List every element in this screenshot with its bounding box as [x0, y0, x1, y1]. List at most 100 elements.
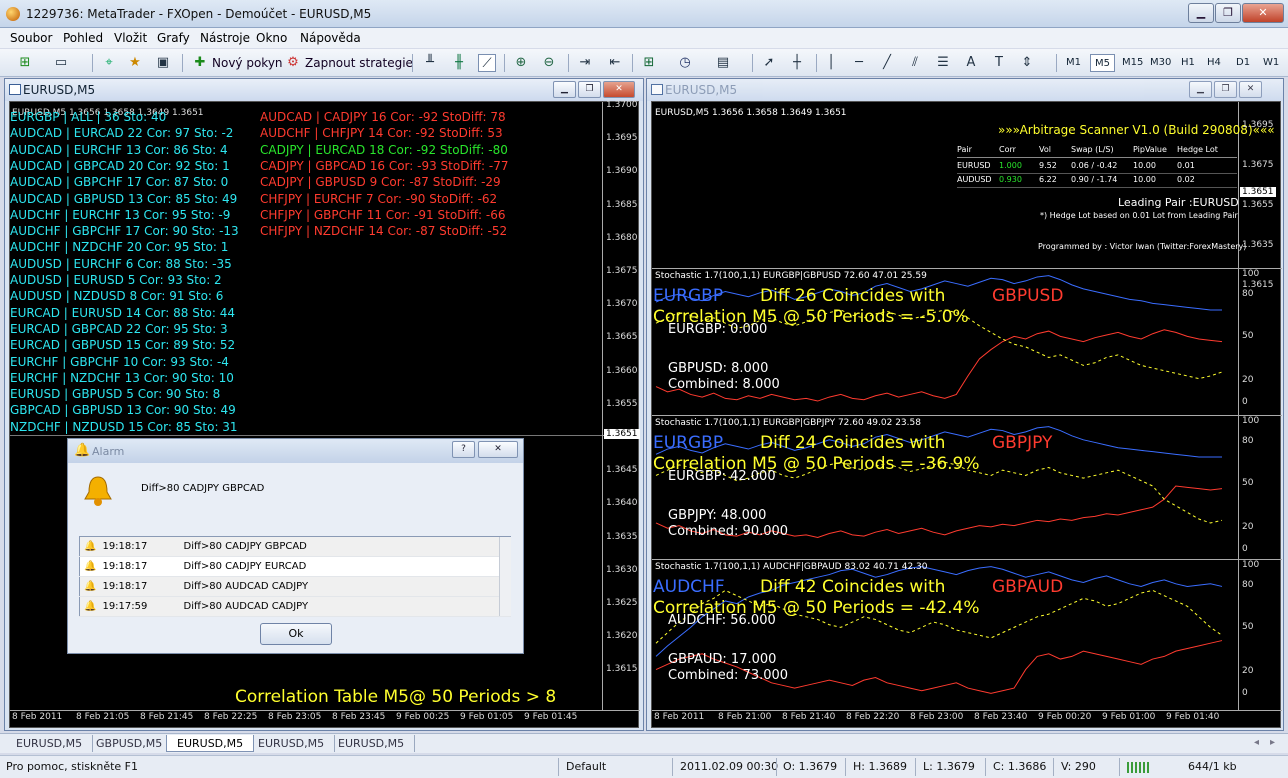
- alarm-entry[interactable]: 🔔 19:17:59 Diff>80 AUDCAD CADJPY: [79, 596, 511, 617]
- line-chart-icon[interactable]: ⟋: [478, 54, 496, 72]
- cursor-icon[interactable]: ➚: [760, 54, 778, 72]
- scale-label: 20: [1242, 522, 1254, 532]
- left-chart-restore-button[interactable]: ❐: [578, 81, 601, 98]
- correlation-row: EURUSD | GBPUSD 5 Cor: 90 Sto: 8: [10, 387, 221, 402]
- chart-tab[interactable]: EURUSD,M5: [328, 735, 416, 752]
- menu-napoveda[interactable]: Nápověda: [300, 31, 361, 45]
- tf-m5[interactable]: M5: [1090, 54, 1115, 72]
- close-button[interactable]: ✕: [1242, 3, 1284, 23]
- scanner-divider: [957, 157, 1237, 158]
- time-label: 9 Feb 01:00: [1102, 712, 1156, 722]
- tf-m30[interactable]: M30: [1146, 54, 1175, 72]
- market-watch-icon[interactable]: ⌖: [100, 54, 118, 72]
- chart-tab[interactable]: GBPUSD,M5: [86, 735, 174, 752]
- scanner-header: Hedge Lot: [1177, 145, 1218, 154]
- negative-correlation-row: CADJPY | EURCAD 18 Cor: -92 StoDiff: -80: [260, 142, 508, 157]
- terminal-icon[interactable]: ▣: [154, 54, 172, 72]
- menu-vlozit[interactable]: Vložit: [114, 31, 147, 45]
- value1-label: AUDCHF: 56.000: [668, 613, 776, 628]
- left-current-price: 1.3651: [604, 429, 640, 439]
- candle-chart-icon[interactable]: ╫: [450, 54, 468, 72]
- menu-okno[interactable]: Okno: [256, 31, 287, 45]
- help-button[interactable]: ?: [452, 441, 475, 458]
- navigator-icon[interactable]: ★: [126, 54, 144, 72]
- time-label: 8 Feb 23:45: [332, 712, 386, 722]
- autoscroll-icon[interactable]: ⇥: [576, 54, 594, 72]
- vertical-line-icon[interactable]: │: [822, 54, 840, 72]
- alarm-close-button[interactable]: ✕: [478, 441, 518, 458]
- tab-scroll-right-icon[interactable]: ▸: [1270, 737, 1275, 748]
- indicators-icon[interactable]: ⊞: [640, 54, 658, 72]
- tf-h4[interactable]: H4: [1203, 54, 1225, 72]
- status-datetime: 2011.02.09 00:30: [680, 760, 779, 773]
- alarm-dialog: 🔔 Alarm ? ✕ Diff>80 CADJPY GBPCAD 🔔 19:18…: [67, 438, 524, 654]
- negative-correlation-row: CADJPY | GBPCAD 16 Cor: -93 StoDiff: -77: [260, 158, 509, 173]
- status-help: Pro pomoc, stiskněte F1: [6, 760, 138, 773]
- new-chart-icon[interactable]: ⊞: [16, 54, 34, 72]
- trendline-icon[interactable]: ╱: [878, 54, 896, 72]
- menu-pohled[interactable]: Pohled: [63, 31, 103, 45]
- combined-label: Combined: 73.000: [668, 668, 789, 683]
- scale-label: 100: [1242, 416, 1260, 426]
- right-chart-close-button[interactable]: ✕: [1239, 81, 1262, 98]
- menu-grafy[interactable]: Grafy: [157, 31, 190, 45]
- tf-w1[interactable]: W1: [1259, 54, 1283, 72]
- tab-scroll-left-icon[interactable]: ◂: [1254, 737, 1259, 748]
- scanner-cell: EURUSD: [957, 161, 991, 170]
- right-chart-plot[interactable]: EURUSD,M5 1.3656 1.3658 1.3649 1.3651 »»…: [651, 101, 1282, 728]
- chart-tab[interactable]: EURUSD,M5: [166, 735, 255, 752]
- correlation-row: EURCHF | NZDCHF 13 Cor: 90 Sto: 10: [10, 370, 234, 385]
- new-order-icon[interactable]: ✚: [191, 54, 209, 72]
- tf-h1[interactable]: H1: [1177, 54, 1199, 72]
- fibonacci-icon[interactable]: ☰: [934, 54, 952, 72]
- alarm-entry[interactable]: 🔔 19:18:17 Diff>80 AUDCAD CADJPY: [79, 576, 511, 597]
- alarm-entry[interactable]: 🔔 19:18:17 Diff>80 CADJPY EURCAD: [79, 556, 511, 577]
- tf-m1[interactable]: M1: [1062, 54, 1085, 72]
- right-chart-restore-button[interactable]: ❐: [1214, 81, 1237, 98]
- alarm-dialog-title: Alarm: [92, 445, 125, 458]
- scanner-header: Corr: [999, 145, 1016, 154]
- menu-soubor[interactable]: Soubor: [10, 31, 52, 45]
- minimize-button[interactable]: ▁: [1188, 3, 1214, 23]
- left-chart-titlebar: EURUSD,M5 ▁ ❐ ✕: [5, 79, 643, 101]
- new-order-button[interactable]: Nový pokyn: [212, 53, 283, 73]
- right-chart-window: EURUSD,M5 ▁ ❐ ✕ EURUSD,M5 1.3656 1.3658 …: [646, 78, 1284, 731]
- ok-button[interactable]: Ok: [260, 623, 332, 645]
- chart-shift-icon[interactable]: ⇤: [606, 54, 624, 72]
- profiles-icon[interactable]: ▭: [52, 54, 70, 72]
- periods-icon[interactable]: ◷: [676, 54, 694, 72]
- templates-icon[interactable]: ▤: [714, 54, 732, 72]
- alarm-entry-text: Diff>80 CADJPY EURCAD: [179, 556, 511, 577]
- alarm-entry[interactable]: 🔔 19:18:17 Diff>80 CADJPY GBPCAD: [79, 536, 511, 557]
- start-strategy-button[interactable]: Zapnout strategie: [305, 53, 413, 73]
- arrows-icon[interactable]: ⇕: [1018, 54, 1036, 72]
- chart-tab[interactable]: EURUSD,M5: [248, 735, 336, 752]
- left-chart-minimize-button[interactable]: ▁: [553, 81, 576, 98]
- channel-icon[interactable]: ⫽: [906, 54, 924, 72]
- zoom-in-icon[interactable]: ⊕: [512, 54, 530, 72]
- pair1-label: AUDCHF: [653, 577, 725, 597]
- tf-m15[interactable]: M15: [1118, 54, 1147, 72]
- scanner-cell: 1.000: [999, 161, 1022, 170]
- left-chart-close-button[interactable]: ✕: [603, 81, 635, 98]
- expert-advisors-icon[interactable]: ⚙: [284, 54, 302, 72]
- right-chart-minimize-button[interactable]: ▁: [1189, 81, 1212, 98]
- menu-nastroje[interactable]: Nástroje: [200, 31, 250, 45]
- diff-label: Diff 24 Coincides with: [760, 433, 946, 453]
- price-label: 1.3645: [606, 465, 638, 476]
- maximize-button[interactable]: ❐: [1215, 3, 1241, 23]
- crosshair-icon[interactable]: ┼: [788, 54, 806, 72]
- zoom-out-icon[interactable]: ⊖: [540, 54, 558, 72]
- tf-d1[interactable]: D1: [1232, 54, 1254, 72]
- scanner-cell: 0.02: [1177, 175, 1195, 184]
- horizontal-line-icon[interactable]: ─: [850, 54, 868, 72]
- alarm-scrollbar[interactable]: [499, 537, 511, 616]
- text-label-icon[interactable]: T: [990, 54, 1008, 72]
- window-title: 1229736: MetaTrader - FXOpen - Demoúčet …: [26, 7, 372, 21]
- bar-chart-icon[interactable]: ╨: [421, 54, 439, 72]
- stochastic-pane: Stochastic 1.7(100,1,1) EURGBP|GBPJPY 72…: [652, 415, 1282, 557]
- chart-tab[interactable]: EURUSD,M5: [6, 735, 94, 752]
- scale-label: 100: [1242, 269, 1260, 279]
- price-label: 1.3675: [606, 266, 638, 276]
- text-tool-icon[interactable]: A: [962, 54, 980, 72]
